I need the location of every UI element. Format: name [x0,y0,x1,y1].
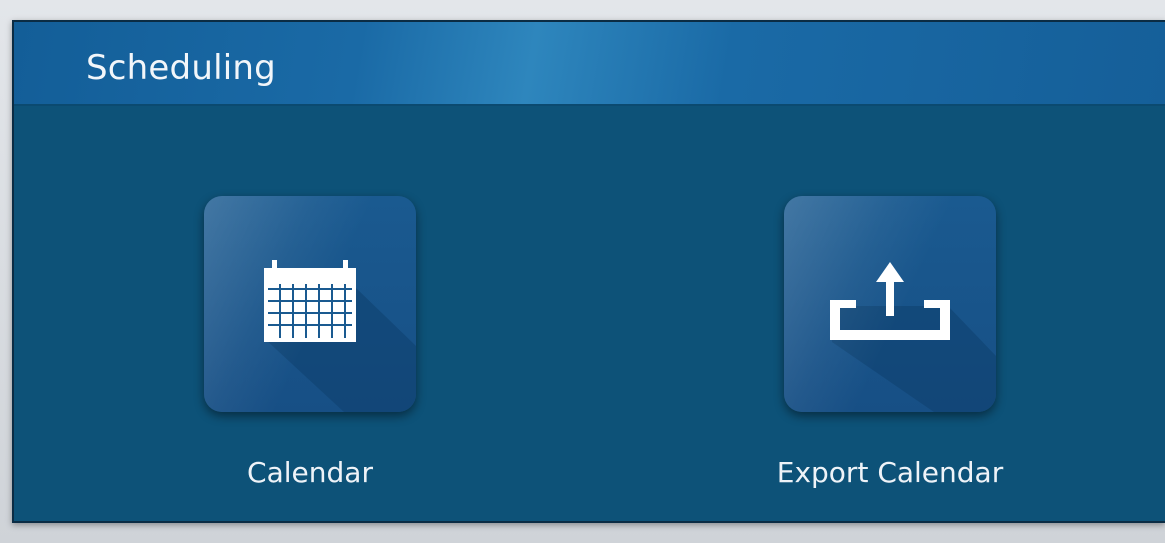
panel-title: Scheduling [86,48,276,88]
panel-header: Scheduling [14,22,1165,106]
export-calendar-label: Export Calendar [776,456,1004,489]
calendar-icon [264,260,356,342]
window-frame: Scheduling Calendar Export Calendar [0,0,1165,543]
scheduling-panel: Scheduling Calendar Export Calendar [12,20,1165,523]
calendar-label: Calendar [247,456,373,489]
export-calendar-tile-button[interactable] [784,196,996,412]
export-icon [830,262,950,340]
calendar-tile-button[interactable] [204,196,416,412]
